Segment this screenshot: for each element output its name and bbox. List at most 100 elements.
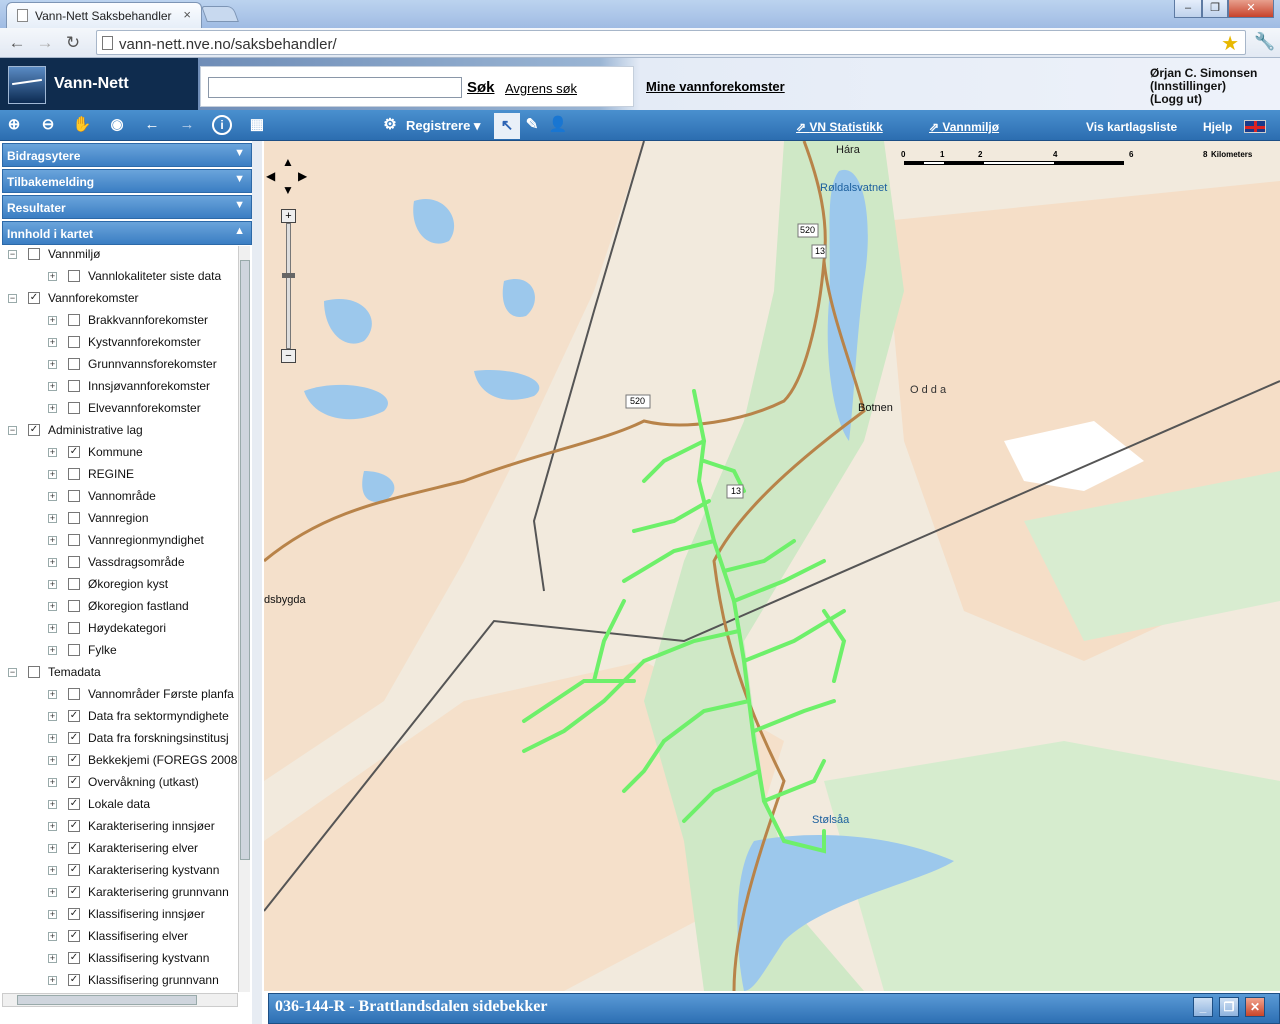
zoom-in-button[interactable]: +	[281, 209, 296, 223]
expand-plus-icon[interactable]: +	[48, 690, 57, 699]
forward-arrow-icon[interactable]: →	[34, 32, 56, 54]
expand-plus-icon[interactable]: +	[48, 910, 57, 919]
layer-checkbox[interactable]	[68, 688, 80, 700]
layer-checkbox[interactable]	[28, 666, 40, 678]
layer-checkbox[interactable]: ✓	[68, 754, 80, 766]
expand-plus-icon[interactable]: +	[48, 976, 57, 985]
panel-bidragsytere[interactable]: Bidragsytere ▼	[2, 143, 252, 167]
expand-plus-icon[interactable]: +	[48, 932, 57, 941]
refine-search-link[interactable]: Avgrens søk	[505, 81, 577, 96]
zoom-in-icon[interactable]: ⊕	[4, 115, 24, 135]
vn-statistikk-link[interactable]: ⇗ VN Statistikk	[796, 120, 883, 134]
expand-plus-icon[interactable]: +	[48, 954, 57, 963]
collapse-minus-icon[interactable]: −	[8, 294, 17, 303]
layer-checkbox[interactable]	[28, 248, 40, 260]
tree-horizontal-scrollbar[interactable]	[2, 993, 238, 1007]
layer-checkbox[interactable]: ✓	[28, 424, 40, 436]
layer-checkbox[interactable]	[68, 468, 80, 480]
layer-checkbox[interactable]	[68, 600, 80, 612]
pan-hand-icon[interactable]: ✋	[72, 115, 92, 135]
layer-checkbox[interactable]: ✓	[68, 842, 80, 854]
tab-close-icon[interactable]: ×	[183, 7, 191, 22]
collapse-minus-icon[interactable]: −	[8, 426, 17, 435]
feature-detail-bar[interactable]: 036-144-R - Brattlandsdalen sidebekker _…	[268, 993, 1280, 1024]
layer-checkbox[interactable]	[68, 380, 80, 392]
previous-extent-arrow-icon[interactable]: ←	[142, 115, 162, 135]
layer-checkbox[interactable]: ✓	[68, 776, 80, 788]
new-tab-button[interactable]	[201, 6, 239, 22]
layer-checkbox[interactable]: ✓	[28, 292, 40, 304]
expand-plus-icon[interactable]: +	[48, 382, 57, 391]
help-link[interactable]: Hjelp	[1203, 120, 1232, 134]
tree-vertical-scrollbar[interactable]	[238, 246, 250, 992]
pan-arrows-control[interactable]: ▲ ◀ ▶ ▼	[266, 155, 310, 199]
expand-plus-icon[interactable]: +	[48, 536, 57, 545]
zoom-slider[interactable]: + −	[281, 209, 296, 363]
expand-plus-icon[interactable]: +	[48, 448, 57, 457]
layer-checkbox[interactable]	[68, 622, 80, 634]
expand-plus-icon[interactable]: +	[48, 624, 57, 633]
layer-checkbox[interactable]	[68, 556, 80, 568]
full-extent-globe-icon[interactable]: ◉	[107, 115, 127, 135]
map-view[interactable]: Hára Røldalsvatnet O d d a Botnen dsbygd…	[264, 141, 1280, 991]
sidebar-splitter[interactable]	[252, 141, 262, 1024]
identify-info-icon[interactable]: i	[212, 115, 232, 135]
search-input[interactable]	[208, 77, 462, 98]
layer-checkbox[interactable]: ✓	[68, 886, 80, 898]
zoom-out-icon[interactable]: ⊖	[38, 115, 58, 135]
close-window-button[interactable]: ✕	[1228, 0, 1274, 18]
expand-plus-icon[interactable]: +	[48, 712, 57, 721]
layer-checkbox[interactable]	[68, 578, 80, 590]
close-panel-button[interactable]: ✕	[1245, 997, 1265, 1017]
expand-plus-icon[interactable]: +	[48, 800, 57, 809]
layer-list-link[interactable]: Vis kartlagsliste	[1086, 120, 1177, 134]
expand-plus-icon[interactable]: +	[48, 646, 57, 655]
map-canvas[interactable]	[264, 141, 1280, 991]
zoom-track[interactable]	[286, 223, 291, 349]
layer-checkbox[interactable]: ✓	[68, 908, 80, 920]
expand-plus-icon[interactable]: +	[48, 756, 57, 765]
next-extent-arrow-icon[interactable]: →	[177, 115, 197, 135]
scrollbar-thumb[interactable]	[240, 260, 250, 860]
address-bar[interactable]: vann-nett.nve.no/saksbehandler/ ★	[96, 30, 1246, 55]
expand-plus-icon[interactable]: +	[48, 822, 57, 831]
panel-tilbakemelding[interactable]: Tilbakemelding ▼	[2, 169, 252, 193]
logout-link[interactable]: (Logg ut)	[1150, 93, 1257, 106]
expand-plus-icon[interactable]: +	[48, 778, 57, 787]
expand-plus-icon[interactable]: +	[48, 360, 57, 369]
layer-checkbox[interactable]: ✓	[68, 446, 80, 458]
layer-checkbox[interactable]	[68, 314, 80, 326]
expand-plus-icon[interactable]: +	[48, 470, 57, 479]
minimize-panel-button[interactable]: _	[1193, 997, 1213, 1017]
maximize-button[interactable]: ❐	[1202, 0, 1228, 18]
pan-north-icon[interactable]: ▲	[282, 155, 294, 169]
pan-east-icon[interactable]: ▶	[298, 169, 307, 183]
vannmiljo-link[interactable]: ⇗ Vannmiljø	[929, 120, 999, 134]
add-user-icon[interactable]: 👤	[548, 115, 568, 135]
expand-plus-icon[interactable]: +	[48, 404, 57, 413]
layer-checkbox[interactable]: ✓	[68, 710, 80, 722]
restore-panel-button[interactable]: ❐	[1219, 997, 1239, 1017]
panel-resultater[interactable]: Resultater ▼	[2, 195, 252, 219]
collapse-minus-icon[interactable]: −	[8, 668, 17, 677]
expand-plus-icon[interactable]: +	[48, 602, 57, 611]
expand-plus-icon[interactable]: +	[48, 888, 57, 897]
back-arrow-icon[interactable]: ←	[6, 32, 28, 54]
expand-plus-icon[interactable]: +	[48, 316, 57, 325]
layer-checkbox[interactable]	[68, 534, 80, 546]
layer-checkbox[interactable]	[68, 490, 80, 502]
edit-pencil-icon[interactable]: ✎	[522, 115, 542, 135]
layer-checkbox[interactable]	[68, 644, 80, 656]
expand-plus-icon[interactable]: +	[48, 338, 57, 347]
search-button[interactable]: Søk	[467, 79, 495, 96]
measure-ruler-icon[interactable]: ▦	[247, 115, 267, 135]
expand-plus-icon[interactable]: +	[48, 558, 57, 567]
pan-west-icon[interactable]: ◀	[266, 169, 275, 183]
panel-innhold-i-kartet[interactable]: Innhold i kartet ▲	[2, 221, 252, 245]
layer-checkbox[interactable]	[68, 270, 80, 282]
browser-tab[interactable]: Vann-Nett Saksbehandler ×	[6, 2, 202, 28]
layer-checkbox[interactable]: ✓	[68, 930, 80, 942]
layer-checkbox[interactable]: ✓	[68, 952, 80, 964]
layer-checkbox[interactable]: ✓	[68, 798, 80, 810]
layer-checkbox[interactable]	[68, 512, 80, 524]
